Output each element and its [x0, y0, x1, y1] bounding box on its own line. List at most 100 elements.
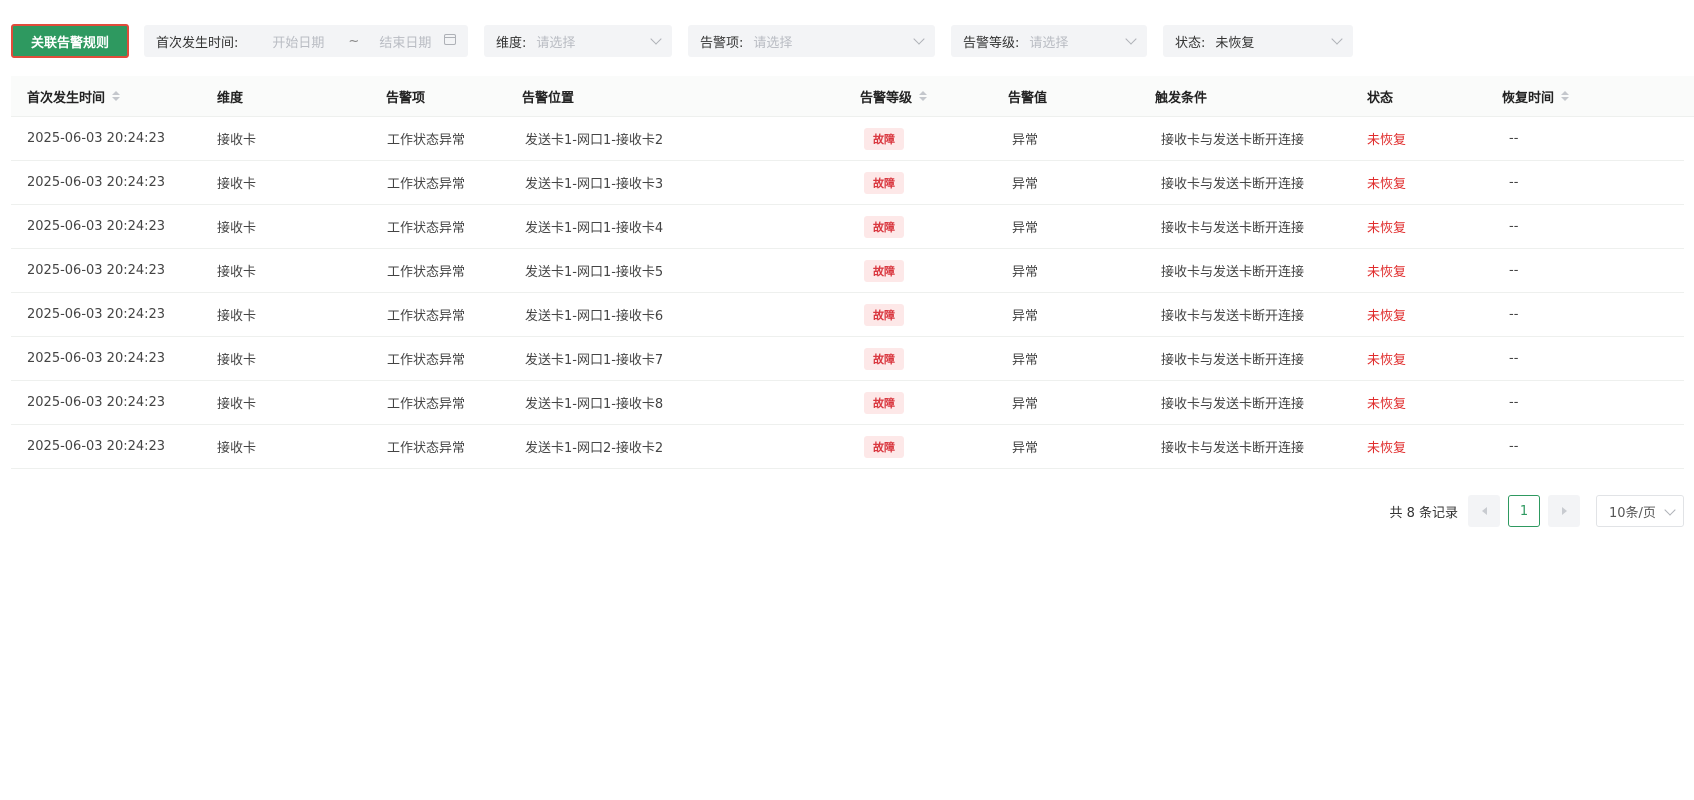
- cell-status: 未恢复: [1367, 425, 1406, 468]
- cell-location-text: 发送卡1-网口1-接收卡2: [525, 133, 664, 148]
- level-badge: 故障: [864, 215, 904, 238]
- level-badge: 故障: [864, 435, 904, 458]
- cell-condition-text: 接收卡与发送卡断开连接: [1161, 133, 1305, 148]
- level-badge: 故障: [864, 171, 904, 194]
- first-time-label: 首次发生时间:: [156, 35, 239, 51]
- associate-alarm-rule-button[interactable]: 关联告警规则: [11, 24, 129, 58]
- filter-toolbar: 关联告警规则 首次发生时间: 开始日期 ~ 结束日期 维度: 请选择 告警项: …: [11, 24, 1369, 58]
- cell-alarm-item: 工作状态异常: [387, 381, 465, 424]
- column-header-first-time[interactable]: 首次发生时间: [27, 87, 121, 106]
- cell-first-time: 2025-06-03 20:24:23: [27, 293, 165, 336]
- cell-location-text: 发送卡1-网口1-接收卡6: [525, 309, 664, 324]
- end-date-input[interactable]: 结束日期: [379, 32, 431, 51]
- date-range-separator: ~: [348, 33, 360, 49]
- cell-first-time-text: 2025-06-03 20:24:23: [27, 219, 166, 234]
- cell-recover-time-text: --: [1509, 395, 1519, 410]
- status-badge: 未恢复: [1367, 133, 1407, 148]
- cell-status: 未恢复: [1367, 337, 1406, 380]
- cell-recover-time-text: --: [1509, 263, 1519, 278]
- calendar-icon[interactable]: [444, 34, 456, 45]
- dimension-select[interactable]: 维度: 请选择: [484, 25, 672, 57]
- cell-value: 异常: [1012, 161, 1038, 204]
- cell-recover-time-text: --: [1509, 131, 1519, 146]
- cell-dimension: 接收卡: [217, 381, 256, 424]
- sort-icon[interactable]: [919, 91, 928, 101]
- chevron-down-icon: [1664, 504, 1676, 516]
- column-header-label: 恢复时间: [1502, 90, 1555, 106]
- cell-dimension: 接收卡: [217, 425, 256, 468]
- column-header-label: 告警位置: [522, 90, 575, 106]
- level-badge: 故障: [864, 127, 904, 150]
- dimension-label: 维度:: [496, 35, 527, 51]
- cell-dimension-text: 接收卡: [217, 353, 257, 368]
- alarm-level-select[interactable]: 告警等级: 请选择: [951, 25, 1147, 57]
- chevron-left-icon: [1481, 507, 1487, 515]
- cell-recover-time: --: [1509, 161, 1518, 204]
- cell-dimension-text: 接收卡: [217, 265, 257, 280]
- cell-dimension: 接收卡: [217, 161, 256, 204]
- sort-icon[interactable]: [112, 91, 121, 101]
- cell-alarm-item: 工作状态异常: [387, 249, 465, 292]
- next-page-button[interactable]: [1548, 495, 1580, 527]
- chevron-down-icon: [1125, 33, 1137, 45]
- cell-first-time-text: 2025-06-03 20:24:23: [27, 175, 166, 190]
- cell-location-text: 发送卡1-网口2-接收卡2: [525, 441, 664, 456]
- cell-location-text: 发送卡1-网口1-接收卡4: [525, 221, 664, 236]
- cell-first-time: 2025-06-03 20:24:23: [27, 425, 165, 468]
- cell-status: 未恢复: [1367, 249, 1406, 292]
- cell-alarm-item: 工作状态异常: [387, 161, 465, 204]
- cell-first-time-text: 2025-06-03 20:24:23: [27, 439, 166, 454]
- first-time-range-filter[interactable]: 首次发生时间: 开始日期 ~ 结束日期: [144, 25, 468, 57]
- table-row: 2025-06-03 20:24:23 接收卡 工作状态异常 发送卡1-网口1-接收卡…: [11, 205, 1684, 249]
- cell-condition-text: 接收卡与发送卡断开连接: [1161, 353, 1305, 368]
- column-header-level[interactable]: 告警等级: [860, 87, 928, 106]
- page-number-current[interactable]: 1: [1508, 495, 1540, 527]
- cell-first-time: 2025-06-03 20:24:23: [27, 117, 165, 160]
- cell-alarm-item-text: 工作状态异常: [387, 221, 466, 236]
- cell-recover-time: --: [1509, 117, 1518, 160]
- cell-alarm-item-text: 工作状态异常: [387, 177, 466, 192]
- cell-location-text: 发送卡1-网口1-接收卡7: [525, 353, 664, 368]
- alarm-level-placeholder: 请选择: [1029, 35, 1069, 51]
- cell-level: 故障: [864, 425, 904, 468]
- level-badge: 故障: [864, 259, 904, 282]
- column-header-recover-time[interactable]: 恢复时间: [1502, 87, 1570, 106]
- cell-value-text: 异常: [1012, 221, 1039, 236]
- total-count: 共 8 条记录: [1389, 505, 1458, 521]
- sort-icon[interactable]: [1561, 91, 1570, 101]
- column-header-condition: 触发条件: [1155, 87, 1207, 106]
- cell-recover-time: --: [1509, 249, 1518, 292]
- alarm-item-select[interactable]: 告警项: 请选择: [688, 25, 935, 57]
- cell-recover-time: --: [1509, 293, 1518, 336]
- prev-page-button[interactable]: [1468, 495, 1500, 527]
- status-badge: 未恢复: [1367, 177, 1407, 192]
- chevron-right-icon: [1561, 507, 1567, 515]
- cell-condition: 接收卡与发送卡断开连接: [1161, 337, 1304, 380]
- status-select[interactable]: 状态: 未恢复: [1163, 25, 1353, 57]
- cell-value: 异常: [1012, 425, 1038, 468]
- cell-recover-time-text: --: [1509, 175, 1519, 190]
- status-badge: 未恢复: [1367, 353, 1407, 368]
- cell-value-text: 异常: [1012, 133, 1039, 148]
- cell-alarm-item-text: 工作状态异常: [387, 353, 466, 368]
- table-body: 2025-06-03 20:24:23 接收卡 工作状态异常 发送卡1-网口1-接收卡…: [11, 117, 1694, 469]
- cell-value-text: 异常: [1012, 441, 1039, 456]
- cell-first-time-text: 2025-06-03 20:24:23: [27, 263, 166, 278]
- table-row: 2025-06-03 20:24:23 接收卡 工作状态异常 发送卡1-网口1-接收卡…: [11, 337, 1684, 381]
- cell-condition: 接收卡与发送卡断开连接: [1161, 293, 1304, 336]
- status-badge: 未恢复: [1367, 309, 1407, 324]
- page-size-select[interactable]: 10条/页: [1596, 495, 1684, 527]
- cell-condition: 接收卡与发送卡断开连接: [1161, 425, 1304, 468]
- cell-dimension: 接收卡: [217, 205, 256, 248]
- alarm-page: 关联告警规则 首次发生时间: 开始日期 ~ 结束日期 维度: 请选择 告警项: …: [0, 0, 1694, 800]
- status-value: 未恢复: [1215, 35, 1255, 51]
- start-date-input[interactable]: 开始日期: [272, 32, 324, 51]
- status-label: 状态:: [1175, 35, 1206, 51]
- cell-recover-time: --: [1509, 381, 1518, 424]
- cell-value-text: 异常: [1012, 265, 1039, 280]
- alarm-level-label: 告警等级:: [963, 35, 1020, 51]
- cell-location-text: 发送卡1-网口1-接收卡3: [525, 177, 664, 192]
- cell-alarm-item-text: 工作状态异常: [387, 133, 466, 148]
- cell-condition: 接收卡与发送卡断开连接: [1161, 205, 1304, 248]
- cell-status: 未恢复: [1367, 381, 1406, 424]
